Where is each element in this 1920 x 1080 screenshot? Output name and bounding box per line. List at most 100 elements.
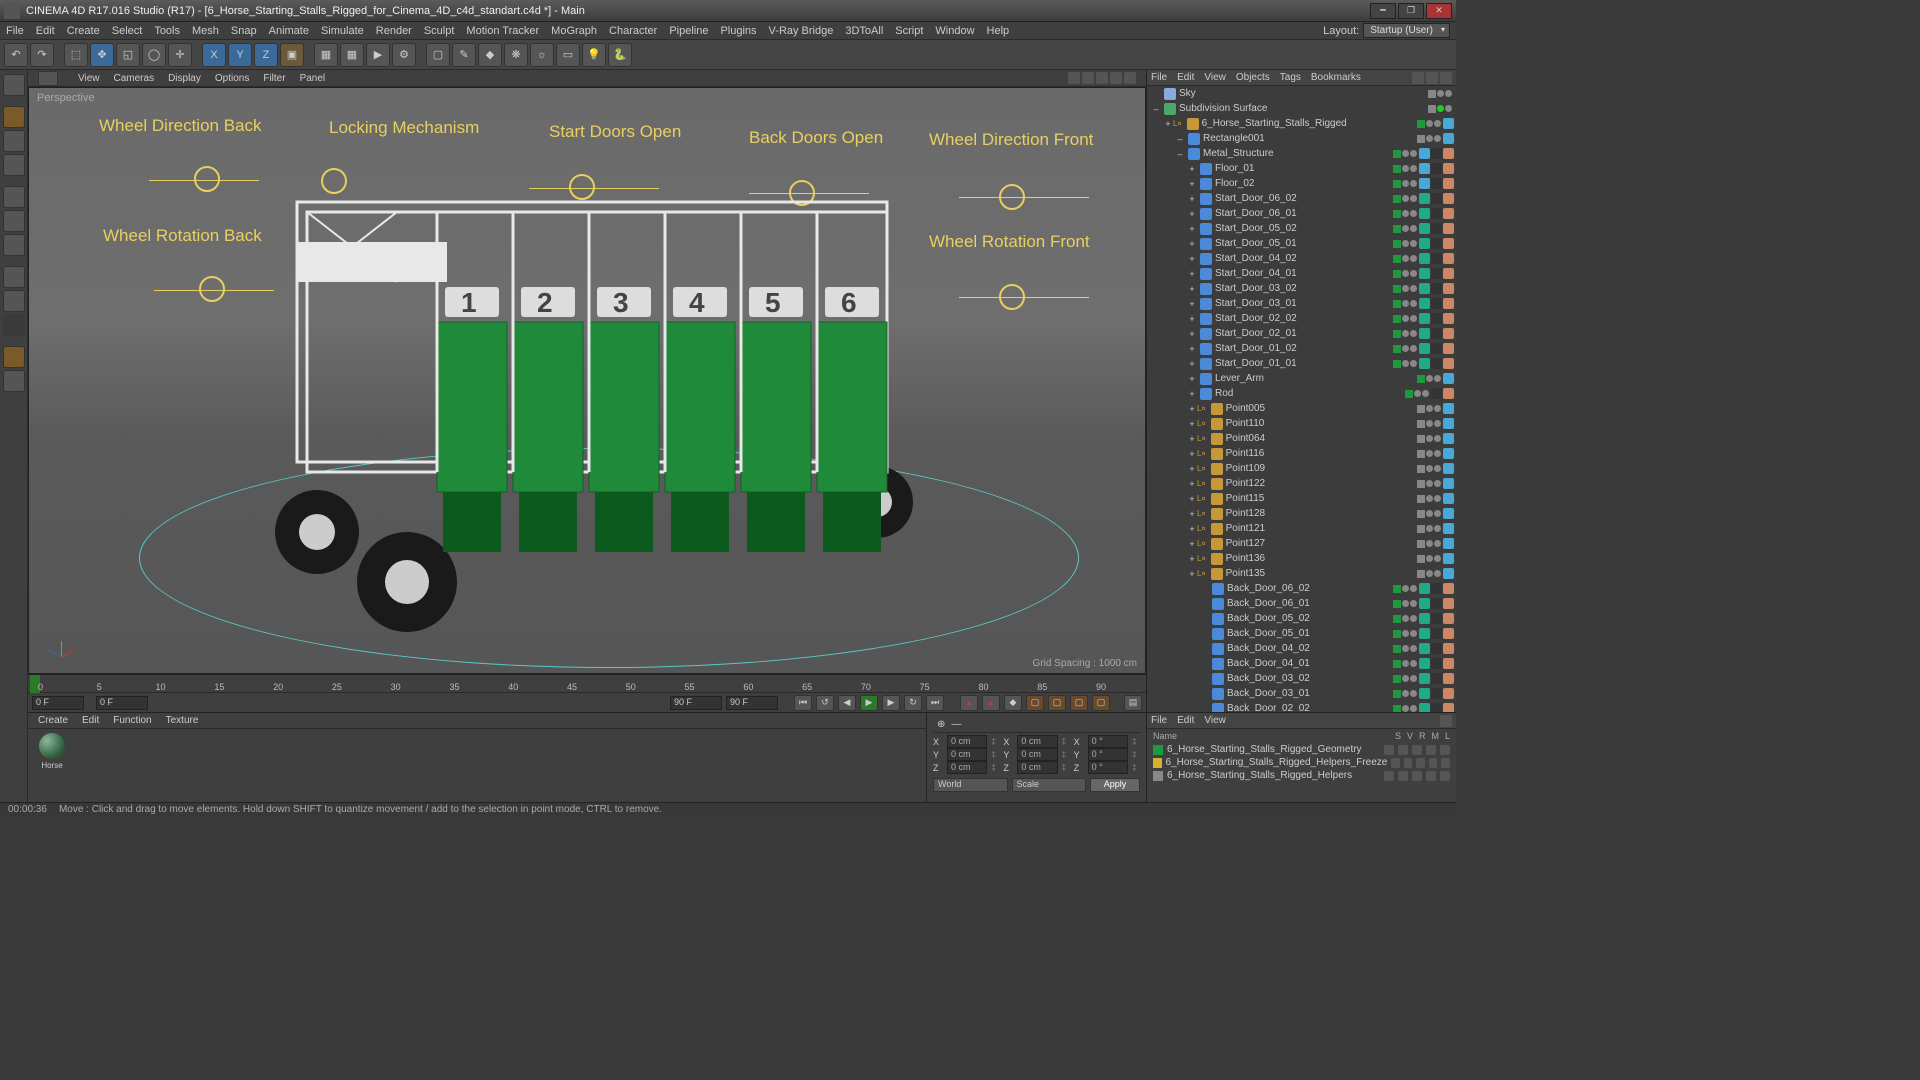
menu-file[interactable]: File xyxy=(6,25,24,37)
object-row[interactable]: +Start_Door_04_01 xyxy=(1147,266,1456,281)
object-row[interactable]: +L०Point135 xyxy=(1147,566,1456,581)
key-r[interactable]: ▢ xyxy=(1070,695,1088,711)
environment[interactable]: ☼ xyxy=(530,43,554,67)
matmenu-texture[interactable]: Texture xyxy=(166,715,199,726)
object-row[interactable]: +Rod xyxy=(1147,386,1456,401)
object-row[interactable]: +L०Point005 xyxy=(1147,401,1456,416)
menu-simulate[interactable]: Simulate xyxy=(321,25,364,37)
timeline-window[interactable]: ▤ xyxy=(1124,695,1142,711)
objmenu-objects[interactable]: Objects xyxy=(1236,72,1270,83)
object-row[interactable]: Back_Door_05_01 xyxy=(1147,626,1456,641)
attr-icon[interactable] xyxy=(1440,715,1452,727)
render-settings[interactable]: ⚙ xyxy=(392,43,416,67)
rotate-tool[interactable]: ◯ xyxy=(142,43,166,67)
coord-mode-2[interactable]: Scale xyxy=(1012,778,1087,792)
object-row[interactable]: +Start_Door_03_01 xyxy=(1147,296,1456,311)
menu-plugins[interactable]: Plugins xyxy=(720,25,756,37)
menu-render[interactable]: Render xyxy=(376,25,412,37)
vpmenu-options[interactable]: Options xyxy=(215,73,249,84)
objmenu-edit[interactable]: Edit xyxy=(1177,72,1194,83)
object-row[interactable]: +Floor_02 xyxy=(1147,176,1456,191)
object-row[interactable]: Back_Door_06_02 xyxy=(1147,581,1456,596)
menu-3dtoall[interactable]: 3DToAll xyxy=(845,25,883,37)
record-button[interactable]: ● xyxy=(960,695,978,711)
object-row[interactable]: –Rectangle001 xyxy=(1147,131,1456,146)
object-row[interactable]: +L०Point128 xyxy=(1147,506,1456,521)
maximize-button[interactable]: ❐ xyxy=(1398,3,1424,19)
range-left[interactable]: 90 F xyxy=(670,696,722,710)
object-row[interactable]: +L०Point064 xyxy=(1147,431,1456,446)
object-row[interactable]: +Start_Door_05_02 xyxy=(1147,221,1456,236)
object-row[interactable]: +L०Point109 xyxy=(1147,461,1456,476)
menu-v-ray-bridge[interactable]: V-Ray Bridge xyxy=(769,25,834,37)
generator[interactable]: ◆ xyxy=(478,43,502,67)
menu-edit[interactable]: Edit xyxy=(36,25,55,37)
object-row[interactable]: +L०Point115 xyxy=(1147,491,1456,506)
object-row[interactable]: Back_Door_06_01 xyxy=(1147,596,1456,611)
z-axis-lock[interactable]: Z xyxy=(254,43,278,67)
workplane-mode[interactable] xyxy=(3,154,25,176)
play-button[interactable]: ▶ xyxy=(860,695,878,711)
key-p[interactable]: ▢ xyxy=(1026,695,1044,711)
timeline-ruler[interactable]: 051015202530354045505560657075808590 xyxy=(28,674,1146,692)
step-back[interactable]: ◀ xyxy=(838,695,856,711)
deformer[interactable]: ❋ xyxy=(504,43,528,67)
menu-select[interactable]: Select xyxy=(112,25,143,37)
object-row[interactable]: +L०Point127 xyxy=(1147,536,1456,551)
viewport[interactable]: Perspective Grid Spacing : 1000 cm Wheel… xyxy=(28,87,1146,674)
step-fwd-key[interactable]: ↻ xyxy=(904,695,922,711)
menu-mesh[interactable]: Mesh xyxy=(192,25,219,37)
goto-start[interactable]: ⏮ xyxy=(794,695,812,711)
script[interactable]: 🐍 xyxy=(608,43,632,67)
menu-help[interactable]: Help xyxy=(987,25,1010,37)
select-tool[interactable]: ⬚ xyxy=(64,43,88,67)
y-axis-lock[interactable]: Y xyxy=(228,43,252,67)
snap-3d[interactable] xyxy=(3,346,25,368)
minimize-button[interactable]: ━ xyxy=(1370,3,1396,19)
render-pv[interactable]: ▶ xyxy=(366,43,390,67)
object-mode[interactable] xyxy=(3,106,25,128)
snap-toggle[interactable] xyxy=(3,314,25,336)
vpmenu-display[interactable]: Display xyxy=(168,73,201,84)
camera[interactable]: ▭ xyxy=(556,43,580,67)
scale-tool[interactable]: ◱ xyxy=(116,43,140,67)
menu-window[interactable]: Window xyxy=(935,25,974,37)
menu-mograph[interactable]: MoGraph xyxy=(551,25,597,37)
uv-mode[interactable] xyxy=(3,290,25,312)
apply-button[interactable]: Apply xyxy=(1090,778,1140,792)
point-mode[interactable] xyxy=(3,186,25,208)
object-row[interactable]: +L०Point121 xyxy=(1147,521,1456,536)
coord-system[interactable]: ▣ xyxy=(280,43,304,67)
menu-pipeline[interactable]: Pipeline xyxy=(669,25,708,37)
menu-script[interactable]: Script xyxy=(895,25,923,37)
texture-mode[interactable] xyxy=(3,130,25,152)
coord-mode-1[interactable]: World xyxy=(933,778,1008,792)
object-row[interactable]: +Start_Door_02_01 xyxy=(1147,326,1456,341)
layer-row[interactable]: 6_Horse_Starting_Stalls_Rigged_Helpers xyxy=(1147,769,1456,782)
undo-button[interactable]: ↶ xyxy=(4,43,28,67)
matmenu-edit[interactable]: Edit xyxy=(82,715,99,726)
x-axis-lock[interactable]: X xyxy=(202,43,226,67)
object-row[interactable]: +L०6_Horse_Starting_Stalls_Rigged xyxy=(1147,116,1456,131)
goto-end[interactable]: ⏭ xyxy=(926,695,944,711)
vpmenu-view[interactable]: View xyxy=(78,73,100,84)
object-row[interactable]: Sky xyxy=(1147,86,1456,101)
rig-line[interactable] xyxy=(959,197,1089,198)
object-row[interactable]: +L०Point110 xyxy=(1147,416,1456,431)
object-row[interactable]: +Floor_01 xyxy=(1147,161,1456,176)
step-fwd[interactable]: ▶ xyxy=(882,695,900,711)
object-row[interactable]: +Start_Door_01_02 xyxy=(1147,341,1456,356)
object-row[interactable]: Back_Door_02_02 xyxy=(1147,701,1456,712)
frame-field-left[interactable]: 0 F xyxy=(32,696,84,710)
redo-button[interactable]: ↷ xyxy=(30,43,54,67)
object-row[interactable]: Back_Door_04_01 xyxy=(1147,656,1456,671)
object-row[interactable]: +L०Point122 xyxy=(1147,476,1456,491)
layout-combo[interactable]: Startup (User) xyxy=(1363,23,1450,38)
vp-icon-3[interactable] xyxy=(1096,72,1108,84)
menu-sculpt[interactable]: Sculpt xyxy=(424,25,455,37)
key-s[interactable]: ▢ xyxy=(1048,695,1066,711)
light[interactable]: 💡 xyxy=(582,43,606,67)
matmenu-create[interactable]: Create xyxy=(38,715,68,726)
step-back-key[interactable]: ↺ xyxy=(816,695,834,711)
object-row[interactable]: Back_Door_03_01 xyxy=(1147,686,1456,701)
